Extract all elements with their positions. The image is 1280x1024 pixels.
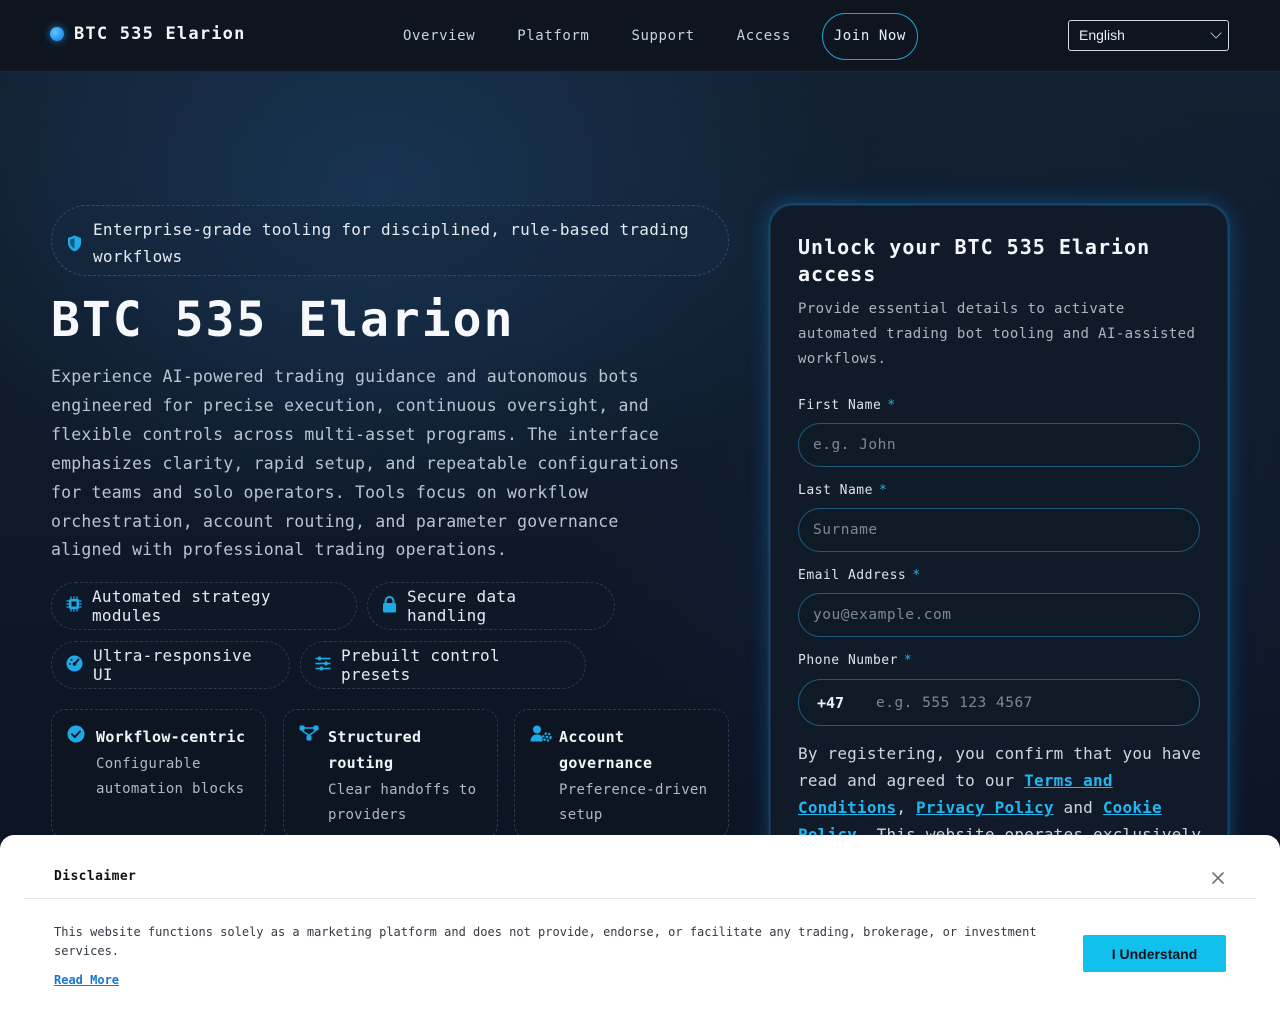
i-understand-button[interactable]: I Understand: [1083, 935, 1226, 972]
first-name-field[interactable]: e.g. John: [798, 423, 1200, 467]
phone-field[interactable]: e.g. 555 123 4567: [862, 679, 1200, 726]
last-name-field[interactable]: Surname: [798, 508, 1200, 552]
label-text: First Name: [798, 398, 882, 413]
label-text: Last Name: [798, 483, 873, 498]
tagline-pill: Enterprise-grade tooling for disciplined…: [51, 205, 729, 276]
disclaimer-text: This website functions solely as a marke…: [54, 925, 1037, 958]
disclaimer-banner: Disclaimer This website functions solely…: [0, 835, 1280, 1024]
disclaimer-title: Disclaimer: [54, 869, 137, 884]
card-subtitle: Clear handoffs to providers: [328, 782, 477, 823]
feature-chip: Ultra-responsive UI: [51, 641, 290, 689]
form-title: Unlock your BTC 535 Elarion access: [798, 235, 1151, 286]
required-mark: *: [903, 653, 913, 668]
brand[interactable]: BTC 535 Elarion: [50, 24, 246, 44]
lock-icon: [382, 595, 397, 617]
form-subtitle: Provide essential details to activate au…: [798, 301, 1196, 367]
consent-separator: ,: [896, 798, 916, 817]
chip-label: Prebuilt control presets: [341, 646, 500, 684]
card-title: Structured routing: [328, 728, 422, 772]
email-placeholder: you@example.com: [813, 607, 952, 623]
chip-icon: [66, 596, 82, 616]
divider: [24, 898, 1256, 899]
hero-description: Experience AI-powered trading guidance a…: [51, 367, 680, 560]
card-title: Workflow-centric: [96, 728, 246, 746]
last-name-label: Last Name *: [798, 483, 887, 498]
hero-title: BTC 535 Elarion: [51, 292, 515, 348]
card-subtitle: Preference-driven setup: [559, 782, 708, 823]
nav-link-support[interactable]: Support: [610, 28, 715, 44]
card-subtitle: Configurable automation blocks: [96, 756, 245, 797]
required-mark: *: [912, 568, 921, 583]
user-gear-icon: [530, 725, 552, 746]
tagline-text: Enterprise-grade tooling for disciplined…: [93, 220, 689, 266]
card-title: Account governance: [559, 728, 653, 772]
routing-icon: [299, 725, 319, 745]
feature-chip: Secure data handling: [367, 582, 615, 630]
chip-label: Ultra-responsive UI: [93, 646, 252, 684]
language-value: English: [1079, 27, 1125, 43]
first-name-label: First Name *: [798, 398, 896, 413]
join-now-button[interactable]: Join Now: [821, 12, 918, 60]
feature-chip: Prebuilt control presets: [300, 641, 586, 689]
phone-country-code[interactable]: +47: [798, 679, 863, 726]
nav-link-access[interactable]: Access: [716, 28, 812, 44]
shield-icon: [67, 233, 82, 260]
feature-card: Structured routing Clear handoffs to pro…: [283, 709, 498, 839]
speed-icon: [66, 655, 83, 676]
check-circle-icon: [67, 725, 85, 747]
label-text: Phone Number: [798, 653, 898, 668]
chip-label: Automated strategy modules: [92, 587, 271, 625]
sliders-icon: [315, 656, 331, 675]
brand-logo-icon: [50, 27, 64, 41]
feature-card: Workflow-centric Configurable automation…: [51, 709, 266, 839]
nav-link-platform[interactable]: Platform: [496, 28, 610, 44]
privacy-policy-link[interactable]: Privacy Policy: [916, 798, 1054, 817]
brand-name: BTC 535 Elarion: [74, 24, 246, 44]
email-field[interactable]: you@example.com: [798, 593, 1200, 637]
chevron-down-icon: [1210, 27, 1222, 39]
read-more-link[interactable]: Read More: [54, 973, 119, 987]
label-text: Email Address: [798, 568, 907, 583]
email-label: Email Address *: [798, 568, 921, 583]
chip-label: Secure data handling: [407, 587, 517, 625]
consent-separator: and: [1053, 798, 1103, 817]
feature-chip: Automated strategy modules: [51, 582, 357, 630]
last-name-placeholder: Surname: [813, 522, 878, 538]
required-mark: *: [887, 398, 896, 413]
required-mark: *: [878, 483, 888, 498]
language-select[interactable]: English: [1068, 20, 1229, 51]
phone-placeholder: e.g. 555 123 4567: [876, 694, 1033, 711]
main-nav: Overview Platform Support Access Join No…: [382, 12, 918, 60]
first-name-placeholder: e.g. John: [813, 437, 897, 453]
top-navbar: BTC 535 Elarion Overview Platform Suppor…: [0, 0, 1280, 72]
nav-link-overview[interactable]: Overview: [382, 28, 496, 44]
phone-label: Phone Number *: [798, 653, 912, 668]
consent-text: By registering, you confirm that you hav…: [798, 740, 1202, 848]
close-icon[interactable]: [1211, 870, 1225, 884]
feature-card: Account governance Preference-driven set…: [514, 709, 729, 839]
consent-prefix: By registering, you confirm that you hav…: [798, 744, 1202, 790]
